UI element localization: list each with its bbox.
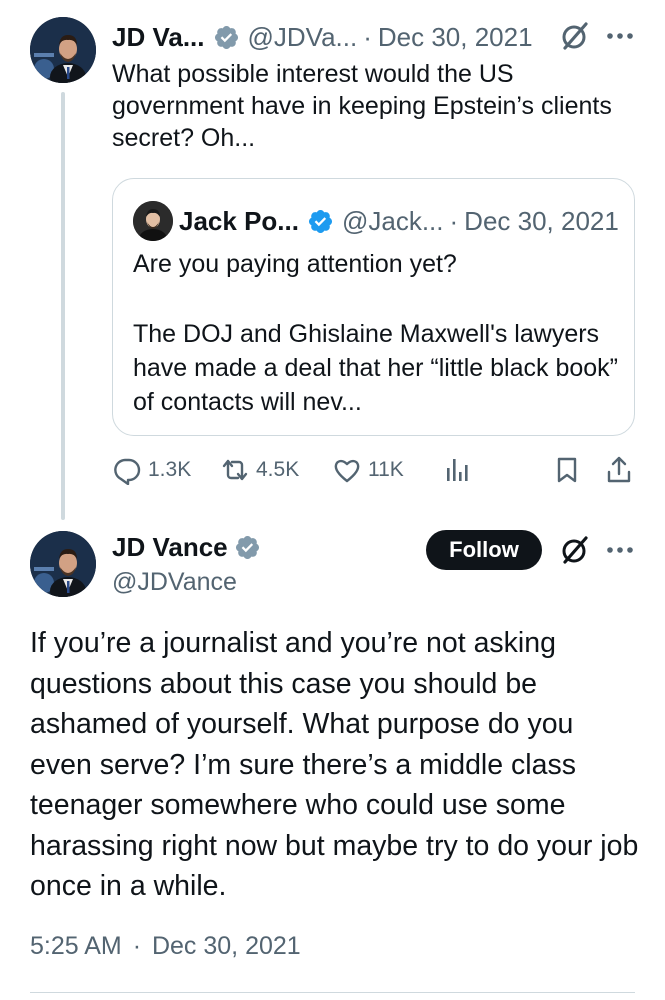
main-author-name[interactable]: JD Vance <box>112 532 228 563</box>
like-icon <box>334 459 360 483</box>
quoted-author-avatar <box>133 201 173 241</box>
quoted-header: Jack Po... @Jack... · Dec 30, 2021 <box>179 203 619 239</box>
reply-author-avatar[interactable] <box>30 17 96 83</box>
grok-icon[interactable] <box>557 532 593 568</box>
reply-count: 1.3K <box>148 458 192 481</box>
quoted-date: Dec 30, 2021 <box>464 205 619 236</box>
bottom-divider <box>30 992 635 993</box>
reply-header: JD Va... @JDVa... · Dec 30, 2021 <box>112 20 533 54</box>
verified-badge-gray-icon <box>213 24 240 51</box>
repost-button[interactable]: 4.5K <box>220 455 299 485</box>
reply-button[interactable]: 1.3K <box>112 455 191 485</box>
thread-connector-line <box>61 92 65 520</box>
main-author-name-row: JD Vance <box>112 530 269 564</box>
separator-dot: · <box>132 932 142 960</box>
main-tweet-timestamp[interactable]: 5:25 AM · Dec 30, 2021 <box>30 932 301 961</box>
verified-badge-blue-icon <box>307 208 334 235</box>
repost-count: 4.5K <box>256 458 300 481</box>
follow-button[interactable]: Follow <box>426 530 542 570</box>
main-author-avatar[interactable] <box>30 531 96 597</box>
grok-icon[interactable] <box>557 18 593 54</box>
views-button[interactable] <box>442 455 478 485</box>
views-icon <box>447 459 468 481</box>
main-tweet-text: If you’re a journalist and you’re not as… <box>30 627 639 902</box>
quoted-tweet-card[interactable]: Jack Po... @Jack... · Dec 30, 2021 Are y… <box>112 178 635 436</box>
quoted-text-line1: Are you paying attention yet? <box>133 250 457 278</box>
quoted-author-handle: @Jack... <box>341 205 444 236</box>
verified-badge-gray-icon <box>234 534 261 561</box>
main-author-handle-row: @JDVance <box>112 566 237 598</box>
quoted-author-name: Jack Po... <box>179 205 299 236</box>
reply-date[interactable]: Dec 30, 2021 <box>378 22 533 53</box>
reply-tweet-text: What possible interest would the US gove… <box>112 60 612 152</box>
share-button[interactable] <box>604 455 640 485</box>
more-icon[interactable] <box>602 18 638 54</box>
reply-author-handle[interactable]: @JDVa... <box>248 22 358 53</box>
avatar-jd-vance-image <box>30 531 96 597</box>
separator-dot: · <box>363 21 372 52</box>
bookmark-button[interactable] <box>552 455 588 485</box>
timestamp-time: 5:25 AM <box>30 932 122 960</box>
more-icon[interactable] <box>602 532 638 568</box>
avatar-jd-vance-image <box>30 17 96 83</box>
timestamp-date: Dec 30, 2021 <box>151 932 301 960</box>
reply-icon <box>114 458 141 485</box>
quoted-text-line2: The DOJ and Ghislaine Maxwell's lawyers … <box>133 320 618 416</box>
repost-icon <box>222 459 248 481</box>
main-author-handle[interactable]: @JDVance <box>112 568 237 597</box>
action-bar: 1.3K 4.5K 11K <box>112 455 635 495</box>
reply-author-name[interactable]: JD Va... <box>112 22 205 53</box>
separator-dot: · <box>449 205 459 236</box>
like-button[interactable]: 11K <box>332 455 404 485</box>
like-count: 11K <box>368 458 404 481</box>
share-icon <box>607 456 631 483</box>
bookmark-icon <box>557 457 577 483</box>
